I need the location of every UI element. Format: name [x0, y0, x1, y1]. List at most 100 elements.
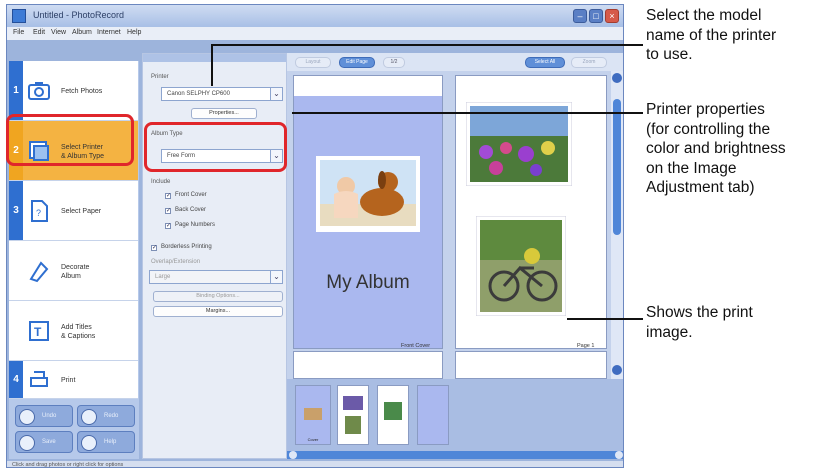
svg-text:?: ? — [36, 208, 41, 218]
edit-page-button[interactable]: Edit Page — [339, 57, 375, 68]
callout-line: Printer properties — [646, 101, 765, 118]
thumb-label: Cover — [307, 437, 319, 442]
save-button[interactable]: Save — [15, 431, 73, 453]
chevron-down-icon: ⌄ — [270, 88, 282, 100]
album-type-select[interactable]: Free Form ⌄ — [161, 149, 283, 163]
title-bar[interactable]: Untitled - PhotoRecord – □ × — [7, 5, 623, 27]
page-numbers-checkbox[interactable]: ✓ Page Numbers — [165, 222, 215, 229]
vertical-scrollbar[interactable] — [611, 71, 623, 379]
nav-print[interactable]: 4 Print — [9, 361, 138, 399]
thumb-photo — [345, 416, 361, 434]
album-type-label: Album Type — [151, 131, 183, 137]
scroll-left-icon[interactable] — [289, 451, 297, 459]
page-2[interactable] — [455, 351, 607, 379]
nav-decorate-album[interactable]: Decorate Album — [9, 241, 138, 301]
zoom-button[interactable]: Zoom — [571, 57, 607, 68]
page-indicator: 1/2 — [383, 57, 405, 68]
layout-button[interactable]: Layout — [295, 57, 331, 68]
decorate-icon — [29, 261, 49, 283]
scroll-down-icon[interactable] — [612, 365, 622, 375]
properties-button[interactable]: Properties... — [191, 108, 257, 119]
menu-bar: File Edit View Album Internet Help — [7, 27, 623, 40]
front-cover-label: Front Cover — [401, 343, 431, 349]
minimize-icon[interactable]: – — [573, 9, 587, 23]
nav-select-paper[interactable]: 3 ? Select Paper — [9, 181, 138, 241]
nav-label-titles-2: & Captions — [61, 333, 96, 340]
album-title[interactable]: My Album — [294, 272, 442, 294]
front-cover-label: Front Cover — [175, 192, 207, 198]
overlap-value: Large — [155, 274, 171, 280]
select-all-button[interactable]: Select All — [525, 57, 565, 68]
horizontal-scrollbar[interactable] — [287, 451, 623, 459]
back-cover-page[interactable] — [293, 351, 443, 379]
include-label: Include — [151, 179, 171, 185]
menu-help[interactable]: Help — [127, 29, 141, 36]
text-icon: T — [29, 321, 49, 341]
undo-label: Undo — [42, 413, 57, 419]
step-number: 1 — [9, 61, 23, 120]
status-text: Click and drag photos or right click for… — [12, 462, 124, 468]
callout-printer-properties: Printer properties (for controlling the … — [646, 100, 786, 198]
flower-photo — [466, 102, 572, 186]
nav-label-print: Print — [61, 377, 76, 384]
help-button[interactable]: Help — [77, 431, 135, 453]
step-number: 4 — [9, 361, 23, 398]
callout-line: Shows the print — [646, 304, 753, 321]
checkbox-checked-icon: ✓ — [151, 245, 158, 251]
nav-add-titles[interactable]: T Add Titles & Captions — [9, 301, 138, 361]
back-cover-checkbox[interactable]: ✓ Back Cover — [165, 207, 206, 214]
nav-select-printer[interactable]: 2 Select Printer & Album Type — [9, 121, 138, 181]
front-cover-checkbox[interactable]: ✓ Front Cover — [165, 192, 207, 199]
overlap-label: Overlap/Extension — [151, 259, 201, 265]
menu-view[interactable]: View — [51, 29, 66, 36]
nav-fetch-photos[interactable]: 1 Fetch Photos — [9, 61, 138, 121]
utility-buttons: Undo Redo Save Help — [9, 399, 139, 459]
borderless-checkbox[interactable]: ✓ Borderless Printing — [151, 244, 212, 251]
callout-print-image: Shows the print image. — [646, 303, 753, 342]
callout-line: color and brightness — [646, 140, 786, 157]
printer-album-icon — [29, 141, 49, 161]
chevron-down-icon: ⌄ — [270, 271, 282, 283]
callout-line: name of the printer — [646, 26, 777, 44]
scroll-right-icon[interactable] — [615, 451, 623, 459]
close-icon[interactable]: × — [605, 9, 619, 23]
leader-line-preview — [567, 318, 643, 320]
chevron-down-icon: ⌄ — [270, 150, 282, 162]
redo-icon — [81, 409, 97, 425]
redo-button[interactable]: Redo — [77, 405, 135, 427]
nav-label-decorate-2: Album — [61, 273, 81, 280]
printer-value: Canon SELPHY CP600 — [167, 91, 230, 97]
scroll-thumb[interactable] — [613, 99, 621, 235]
thumb-page-1[interactable] — [337, 385, 369, 445]
thumb-photo — [304, 408, 322, 420]
album-type-value: Free Form — [167, 153, 196, 159]
binding-options-button[interactable]: Binding Options... — [153, 291, 283, 302]
menu-file[interactable]: File — [13, 29, 24, 36]
panel-header — [143, 54, 286, 62]
thumb-back-cover[interactable] — [417, 385, 449, 445]
nav-label-select-printer-1: Select Printer — [61, 144, 104, 151]
paper-icon: ? — [31, 200, 48, 222]
leader-line-printer-select — [211, 44, 643, 46]
thumb-page-2[interactable] — [377, 385, 409, 445]
front-cover-page[interactable]: My Album — [293, 75, 443, 349]
callout-line: image. — [646, 323, 693, 341]
thumb-front-cover[interactable]: Cover — [295, 385, 331, 445]
menu-internet[interactable]: Internet — [97, 29, 121, 36]
scroll-up-icon[interactable] — [612, 73, 622, 83]
step-number: 3 — [9, 181, 23, 240]
menu-album[interactable]: Album — [72, 29, 92, 36]
nav-label-titles-1: Add Titles — [61, 324, 92, 331]
callout-line: Select the model — [646, 7, 762, 24]
preview-toolbar: Layout Edit Page 1/2 Select All Zoom — [287, 53, 623, 71]
callout-line: (for controlling the — [646, 120, 771, 138]
printer-select[interactable]: Canon SELPHY CP600 ⌄ — [161, 87, 283, 101]
maximize-icon[interactable]: □ — [589, 9, 603, 23]
overlap-select[interactable]: Large ⌄ — [149, 270, 283, 284]
callout-printer-model: Select the model name of the printer to … — [646, 6, 776, 65]
margins-button[interactable]: Margins... — [153, 306, 283, 317]
page-1[interactable] — [455, 75, 607, 349]
undo-button[interactable]: Undo — [15, 405, 73, 427]
leader-line-printer-select — [211, 44, 213, 86]
menu-edit[interactable]: Edit — [33, 29, 45, 36]
